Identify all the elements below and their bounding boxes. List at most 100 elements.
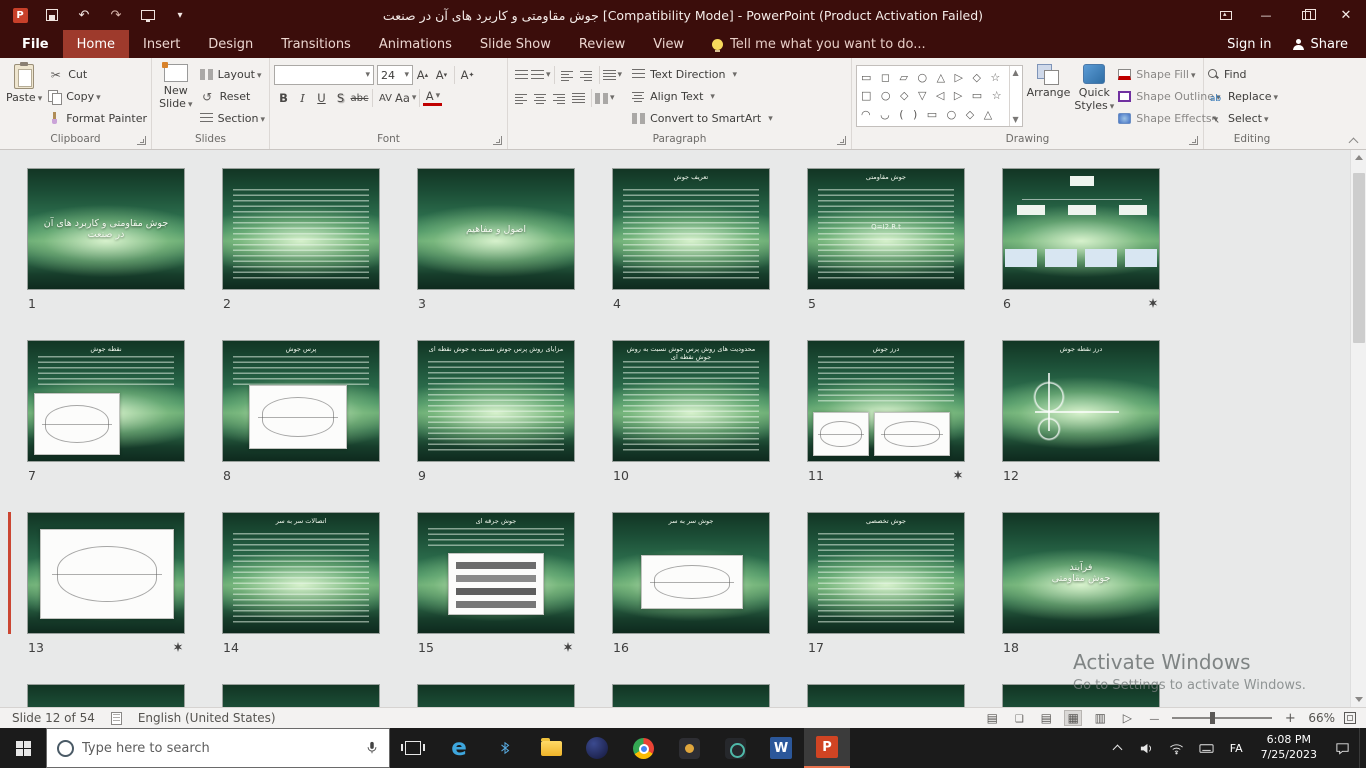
ribbon-tab[interactable]: Insert bbox=[129, 30, 194, 58]
copy-button[interactable]: Copy bbox=[48, 87, 147, 106]
underline-button[interactable]: U bbox=[312, 88, 331, 108]
show-desktop-button[interactable] bbox=[1359, 728, 1364, 768]
language-switcher[interactable]: FA bbox=[1224, 742, 1249, 755]
font-name-combo[interactable] bbox=[274, 65, 374, 85]
browser-dark-button[interactable] bbox=[574, 728, 620, 768]
section-button[interactable]: Section bbox=[200, 109, 265, 128]
file-explorer-button[interactable] bbox=[528, 728, 574, 768]
slide-thumbnail[interactable] bbox=[612, 684, 770, 707]
strikethrough-button[interactable]: abc bbox=[350, 88, 369, 108]
microphone-icon[interactable] bbox=[365, 741, 379, 755]
slide-thumbnail[interactable]: اصول و مفاهیم bbox=[417, 168, 575, 290]
start-from-beginning-button[interactable] bbox=[140, 6, 156, 24]
slide-thumbnail[interactable]: جوش مقاومتی و کاربرد های آن در صنعت bbox=[27, 168, 185, 290]
convert-to-smartart-button[interactable]: Convert to SmartArt bbox=[632, 109, 773, 128]
redo-button[interactable] bbox=[108, 6, 124, 24]
zoom-slider-thumb[interactable] bbox=[1210, 712, 1215, 724]
taskbar-search[interactable] bbox=[46, 728, 390, 768]
slideshow-button[interactable] bbox=[1118, 711, 1136, 725]
align-right-button[interactable] bbox=[550, 88, 569, 108]
zoom-in-button[interactable] bbox=[1281, 711, 1299, 726]
zoom-percentage[interactable]: 66% bbox=[1308, 711, 1335, 725]
font-color-button[interactable]: A bbox=[423, 90, 442, 106]
spellcheck-status-icon[interactable] bbox=[111, 712, 122, 725]
columns-button[interactable] bbox=[595, 88, 615, 108]
slide-thumbnail[interactable]: پرس جوش bbox=[222, 340, 380, 462]
find-button[interactable]: Find bbox=[1208, 65, 1278, 84]
close-button[interactable] bbox=[1326, 0, 1366, 30]
increase-indent-button[interactable] bbox=[577, 65, 596, 85]
paragraph-dialog-launcher[interactable] bbox=[837, 136, 846, 145]
line-spacing-button[interactable] bbox=[603, 65, 623, 85]
bluetooth-taskbar-button[interactable] bbox=[482, 728, 528, 768]
restore-button[interactable] bbox=[1286, 0, 1326, 30]
drawing-dialog-launcher[interactable] bbox=[1189, 136, 1198, 145]
font-size-combo[interactable]: 24 bbox=[377, 65, 413, 85]
language-indicator[interactable]: English (United States) bbox=[138, 711, 276, 725]
ribbon-tab[interactable]: Home bbox=[63, 30, 129, 58]
shapes-gallery[interactable]: ▭ ◻ ▱ ○ △ ▷ ◇ ☆ □ ○ ◇ ▽ ◁ ▷ ▭ ☆ ◠ ◡ ( ) … bbox=[856, 65, 1023, 127]
slide-sorter-canvas[interactable]: جوش مقاومتی و کاربرد های آن در صنعت 1 bbox=[0, 150, 1366, 707]
character-spacing-button[interactable]: AV bbox=[376, 88, 395, 108]
new-slide-button[interactable]: New Slide bbox=[156, 61, 196, 110]
justify-button[interactable] bbox=[569, 88, 588, 108]
align-left-button[interactable] bbox=[512, 88, 531, 108]
align-center-button[interactable] bbox=[531, 88, 550, 108]
slide-thumbnail[interactable]: جوش جرقه ای bbox=[417, 512, 575, 634]
search-input[interactable] bbox=[82, 741, 357, 756]
action-center-button[interactable] bbox=[1329, 728, 1355, 768]
fit-slide-to-window-icon[interactable] bbox=[1344, 712, 1356, 724]
slide-thumbnail[interactable]: جوش سر به سر bbox=[612, 512, 770, 634]
share-button[interactable]: Share bbox=[1293, 37, 1348, 52]
slide-thumbnail[interactable] bbox=[27, 684, 185, 707]
decrease-indent-button[interactable] bbox=[558, 65, 577, 85]
taskbar-clock[interactable]: 6:08 PM 7/25/2023 bbox=[1253, 733, 1325, 763]
word-button[interactable]: W bbox=[758, 728, 804, 768]
decrease-font-size-button[interactable]: A▾ bbox=[432, 65, 451, 85]
start-button[interactable] bbox=[0, 728, 46, 768]
network-button[interactable] bbox=[1164, 728, 1190, 768]
minimize-button[interactable] bbox=[1246, 0, 1286, 30]
tray-expand-button[interactable] bbox=[1104, 728, 1130, 768]
slide-thumbnail[interactable]: جوش مقاومتی Q=I2.R.t bbox=[807, 168, 965, 290]
arrange-button[interactable]: Arrange bbox=[1027, 61, 1071, 100]
slide-thumbnail[interactable]: فرآیند جوش مقاومتی bbox=[1002, 512, 1160, 634]
comments-button[interactable] bbox=[1010, 711, 1028, 725]
shapes-gallery-scrollbar[interactable]: ▲▼ bbox=[1009, 66, 1022, 126]
clipboard-dialog-launcher[interactable] bbox=[137, 136, 146, 145]
slide-thumbnail[interactable]: محدودیت های روش پرس جوش نسبت به روش جوش … bbox=[612, 340, 770, 462]
tell-me-box[interactable]: Tell me what you want to do... bbox=[712, 30, 926, 58]
bold-button[interactable]: B bbox=[274, 88, 293, 108]
pinned-app-button-2[interactable] bbox=[712, 728, 758, 768]
undo-button[interactable] bbox=[76, 6, 92, 24]
slide-thumbnail[interactable] bbox=[1002, 168, 1160, 290]
reset-button[interactable]: ↺Reset bbox=[200, 87, 265, 106]
format-painter-button[interactable]: Format Painter bbox=[48, 109, 147, 128]
cut-button[interactable]: ✂Cut bbox=[48, 65, 147, 84]
slide-thumbnail[interactable]: مزایای روش پرس جوش نسبت به جوش نقطه ای bbox=[417, 340, 575, 462]
ribbon-tab[interactable]: Slide Show bbox=[466, 30, 565, 58]
reading-view-button[interactable] bbox=[1091, 711, 1109, 725]
zoom-out-button[interactable] bbox=[1145, 711, 1163, 725]
vertical-scrollbar[interactable] bbox=[1350, 150, 1366, 707]
slide-thumbnail[interactable] bbox=[27, 512, 185, 634]
slide-thumbnail[interactable]: نقطه جوش bbox=[27, 340, 185, 462]
customize-quick-access-button[interactable] bbox=[172, 6, 188, 24]
scrollbar-thumb[interactable] bbox=[1353, 173, 1365, 343]
slide-thumbnail[interactable] bbox=[222, 684, 380, 707]
task-view-button[interactable] bbox=[390, 728, 436, 768]
collapse-ribbon-button[interactable] bbox=[1348, 137, 1358, 145]
clear-formatting-button[interactable]: A✦ bbox=[458, 65, 477, 85]
change-case-button[interactable]: Aa bbox=[395, 88, 416, 108]
slide-thumbnail[interactable]: تعریف جوش bbox=[612, 168, 770, 290]
slide-thumbnail[interactable] bbox=[417, 684, 575, 707]
quick-styles-button[interactable]: Quick Styles bbox=[1074, 61, 1114, 112]
align-text-button[interactable]: Align Text bbox=[632, 87, 773, 106]
chrome-button[interactable] bbox=[620, 728, 666, 768]
zoom-slider[interactable] bbox=[1172, 717, 1272, 719]
ribbon-display-options-button[interactable] bbox=[1206, 0, 1246, 30]
pinned-app-button-1[interactable] bbox=[666, 728, 712, 768]
increase-font-size-button[interactable]: A▴ bbox=[413, 65, 432, 85]
ribbon-tab[interactable]: Review bbox=[565, 30, 639, 58]
slide-thumbnail[interactable]: جوش تخصصی bbox=[807, 512, 965, 634]
